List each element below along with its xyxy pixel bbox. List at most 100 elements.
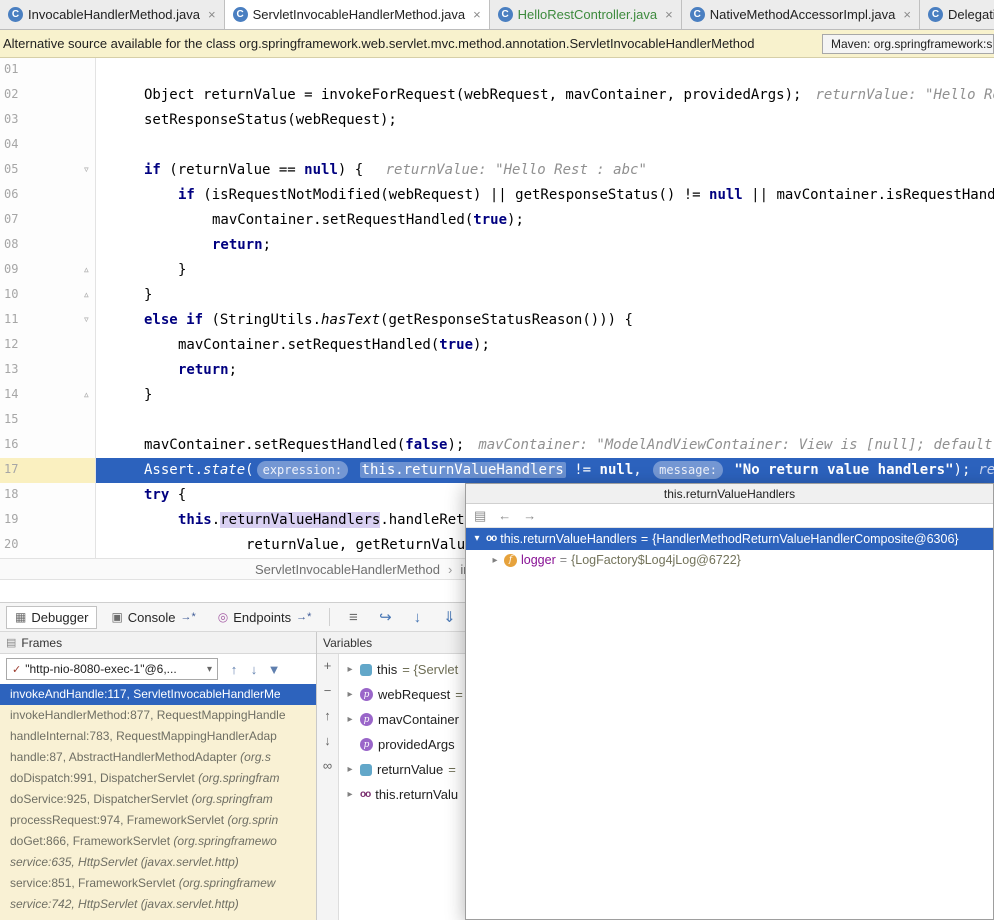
editor-gutter[interactable]: 18 — [0, 483, 96, 508]
editor-line[interactable]: 10▵} — [0, 283, 994, 308]
code-line: return; — [96, 233, 994, 258]
execution-line[interactable]: 17Assert.state(expression: this.returnVa… — [0, 458, 994, 483]
editor-gutter[interactable]: 16 — [0, 433, 96, 458]
editor-gutter[interactable]: 02 — [0, 83, 96, 108]
editor-gutter[interactable]: 05▿ — [0, 158, 96, 183]
editor-gutter[interactable]: 08 — [0, 233, 96, 258]
debugger-tree-row[interactable]: ▸flogger={LogFactory$Log4jLog@6722} — [466, 550, 993, 572]
stack-frame[interactable]: handle:87, AbstractHandlerMethodAdapter … — [0, 747, 316, 768]
thread-selector[interactable]: ✓ "http-nio-8080-exec-1"@6,... ▾ — [6, 658, 218, 680]
editor-line[interactable]: 07mavContainer.setRequestHandled(true); — [0, 208, 994, 233]
line-number: 15 — [4, 412, 18, 426]
tool-tab-label: Debugger — [31, 610, 88, 625]
editor-gutter[interactable]: 12 — [0, 333, 96, 358]
editor-gutter[interactable]: 11▿ — [0, 308, 96, 333]
editor-gutter[interactable]: 10▵ — [0, 283, 96, 308]
frames-toolbar: ↑↓▼ — [224, 662, 284, 677]
editor-gutter[interactable]: 04 — [0, 133, 96, 158]
forward-icon[interactable]: → — [523, 508, 536, 523]
editor-line[interactable]: 03setResponseStatus(webRequest); — [0, 108, 994, 133]
force-step-into-icon[interactable]: ⇓ — [436, 608, 462, 626]
editor-line[interactable]: 06if (isRequestNotModified(webRequest) |… — [0, 183, 994, 208]
chevron-right-icon[interactable]: ▸ — [345, 689, 355, 700]
view-options-icon[interactable]: ▤ — [474, 508, 486, 524]
editor-tab[interactable]: CNativeMethodAccessorImpl.java× — [682, 0, 920, 29]
editor-line[interactable]: 05▿if (returnValue == null) { returnValu… — [0, 158, 994, 183]
editor-gutter[interactable]: 06 — [0, 183, 96, 208]
fold-marker-icon[interactable]: ▵ — [83, 387, 90, 401]
stack-frame[interactable]: service:742, HttpServlet (javax.servlet.… — [0, 894, 316, 915]
chevron-right-icon[interactable]: ▸ — [345, 664, 355, 675]
fold-marker-icon[interactable]: ▵ — [83, 262, 90, 276]
editor-gutter[interactable]: 15 — [0, 408, 96, 433]
stack-frame[interactable]: service:851, FrameworkServlet (org.sprin… — [0, 873, 316, 894]
editor-line[interactable]: 14▵} — [0, 383, 994, 408]
line-number: 17 — [4, 462, 18, 476]
editor-gutter[interactable]: 19 — [0, 508, 96, 533]
stack-frame[interactable]: doService:925, DispatcherServlet (org.sp… — [0, 789, 316, 810]
close-tab-icon[interactable]: × — [473, 7, 481, 22]
alternative-source-selector[interactable]: Maven: org.springframework:spri — [822, 34, 994, 54]
tool-tab-endpoints[interactable]: ◎Endpoints→* — [210, 607, 320, 628]
editor-line[interactable]: 15 — [0, 408, 994, 433]
editor-tab[interactable]: CHelloRestController.java× — [490, 0, 682, 29]
step-over-icon[interactable]: ↪ — [372, 608, 398, 626]
debugger-tree-row[interactable]: ▾oothis.returnValueHandlers={HandlerMeth… — [466, 528, 993, 550]
editor-gutter[interactable]: 03 — [0, 108, 96, 133]
stack-frame[interactable]: invokeHandlerMethod:877, RequestMappingH… — [0, 705, 316, 726]
chevron-right-icon[interactable]: ▸ — [345, 714, 355, 725]
editor-tab[interactable]: CDelegatingMe — [920, 0, 994, 29]
chevron-right-icon[interactable]: ▸ — [345, 764, 355, 775]
chevron-right-icon[interactable]: ▸ — [490, 555, 500, 566]
close-tab-icon[interactable]: × — [208, 7, 216, 22]
editor-gutter[interactable]: 01 — [0, 58, 96, 83]
editor-gutter[interactable]: 13 — [0, 358, 96, 383]
editor-gutter[interactable]: 17 — [0, 458, 96, 483]
editor-line[interactable]: 11▿else if (StringUtils.hasText(getRespo… — [0, 308, 994, 333]
chevron-down-icon[interactable]: ▾ — [472, 533, 482, 544]
fold-marker-icon[interactable]: ▿ — [83, 162, 90, 176]
stack-frame[interactable]: invokeAndHandle:117, ServletInvocableHan… — [0, 684, 316, 705]
stack-frame[interactable]: doDispatch:991, DispatcherServlet (org.s… — [0, 768, 316, 789]
editor-line[interactable]: 01 — [0, 58, 994, 83]
stack-frame[interactable]: processRequest:974, FrameworkServlet (or… — [0, 810, 316, 831]
move-watch-up-icon[interactable]: ↑ — [324, 709, 331, 723]
editor-line[interactable]: 13return; — [0, 358, 994, 383]
step-into-icon[interactable]: ↓ — [404, 609, 430, 626]
editor-line[interactable]: 09▵} — [0, 258, 994, 283]
tool-tab-debugger[interactable]: ▦Debugger — [6, 606, 97, 629]
chevron-right-icon[interactable]: ▸ — [345, 789, 355, 800]
stack-frame[interactable]: handleInternal:783, RequestMappingHandle… — [0, 726, 316, 747]
remove-watch-icon[interactable]: − — [324, 684, 332, 698]
editor-gutter[interactable]: 14▵ — [0, 383, 96, 408]
tool-tab-console[interactable]: ▣Console→* — [103, 607, 203, 628]
fold-marker-icon[interactable]: ▿ — [83, 312, 90, 326]
stack-frame[interactable]: service:635, HttpServlet (javax.servlet.… — [0, 852, 316, 873]
fold-marker-icon[interactable]: ▵ — [83, 287, 90, 301]
filter-frames-icon[interactable]: ▼ — [264, 662, 284, 677]
editor-tab[interactable]: CInvocableHandlerMethod.java× — [0, 0, 225, 29]
editor-gutter[interactable]: 20 — [0, 533, 96, 558]
code-line: if (returnValue == null) { returnValue: … — [96, 158, 994, 183]
next-frame-icon[interactable]: ↓ — [244, 662, 264, 677]
editor-gutter[interactable]: 07 — [0, 208, 96, 233]
show-watches-icon[interactable]: ∞ — [323, 759, 332, 773]
move-watch-down-icon[interactable]: ↓ — [324, 734, 331, 748]
back-icon[interactable]: ← — [498, 508, 511, 523]
breadcrumb-item[interactable]: ServletInvocableHandlerMethod — [255, 562, 440, 577]
menu-icon[interactable]: ≡ — [340, 609, 366, 626]
frame-package: (javax.servlet.http) — [141, 855, 239, 869]
close-tab-icon[interactable]: × — [903, 7, 911, 22]
editor-line[interactable]: 16mavContainer.setRequestHandled(false);… — [0, 433, 994, 458]
editor-tab[interactable]: CServletInvocableHandlerMethod.java× — [225, 0, 490, 29]
close-tab-icon[interactable]: × — [665, 7, 673, 22]
add-watch-icon[interactable]: + — [324, 659, 332, 673]
stack-frame[interactable]: doGet:866, FrameworkServlet (org.springf… — [0, 831, 316, 852]
code-line: setResponseStatus(webRequest); — [96, 108, 994, 133]
editor-line[interactable]: 08return; — [0, 233, 994, 258]
editor-gutter[interactable]: 09▵ — [0, 258, 96, 283]
editor-line[interactable]: 02Object returnValue = invokeForRequest(… — [0, 83, 994, 108]
editor-line[interactable]: 04 — [0, 133, 994, 158]
editor-line[interactable]: 12mavContainer.setRequestHandled(true); — [0, 333, 994, 358]
previous-frame-icon[interactable]: ↑ — [224, 662, 244, 677]
